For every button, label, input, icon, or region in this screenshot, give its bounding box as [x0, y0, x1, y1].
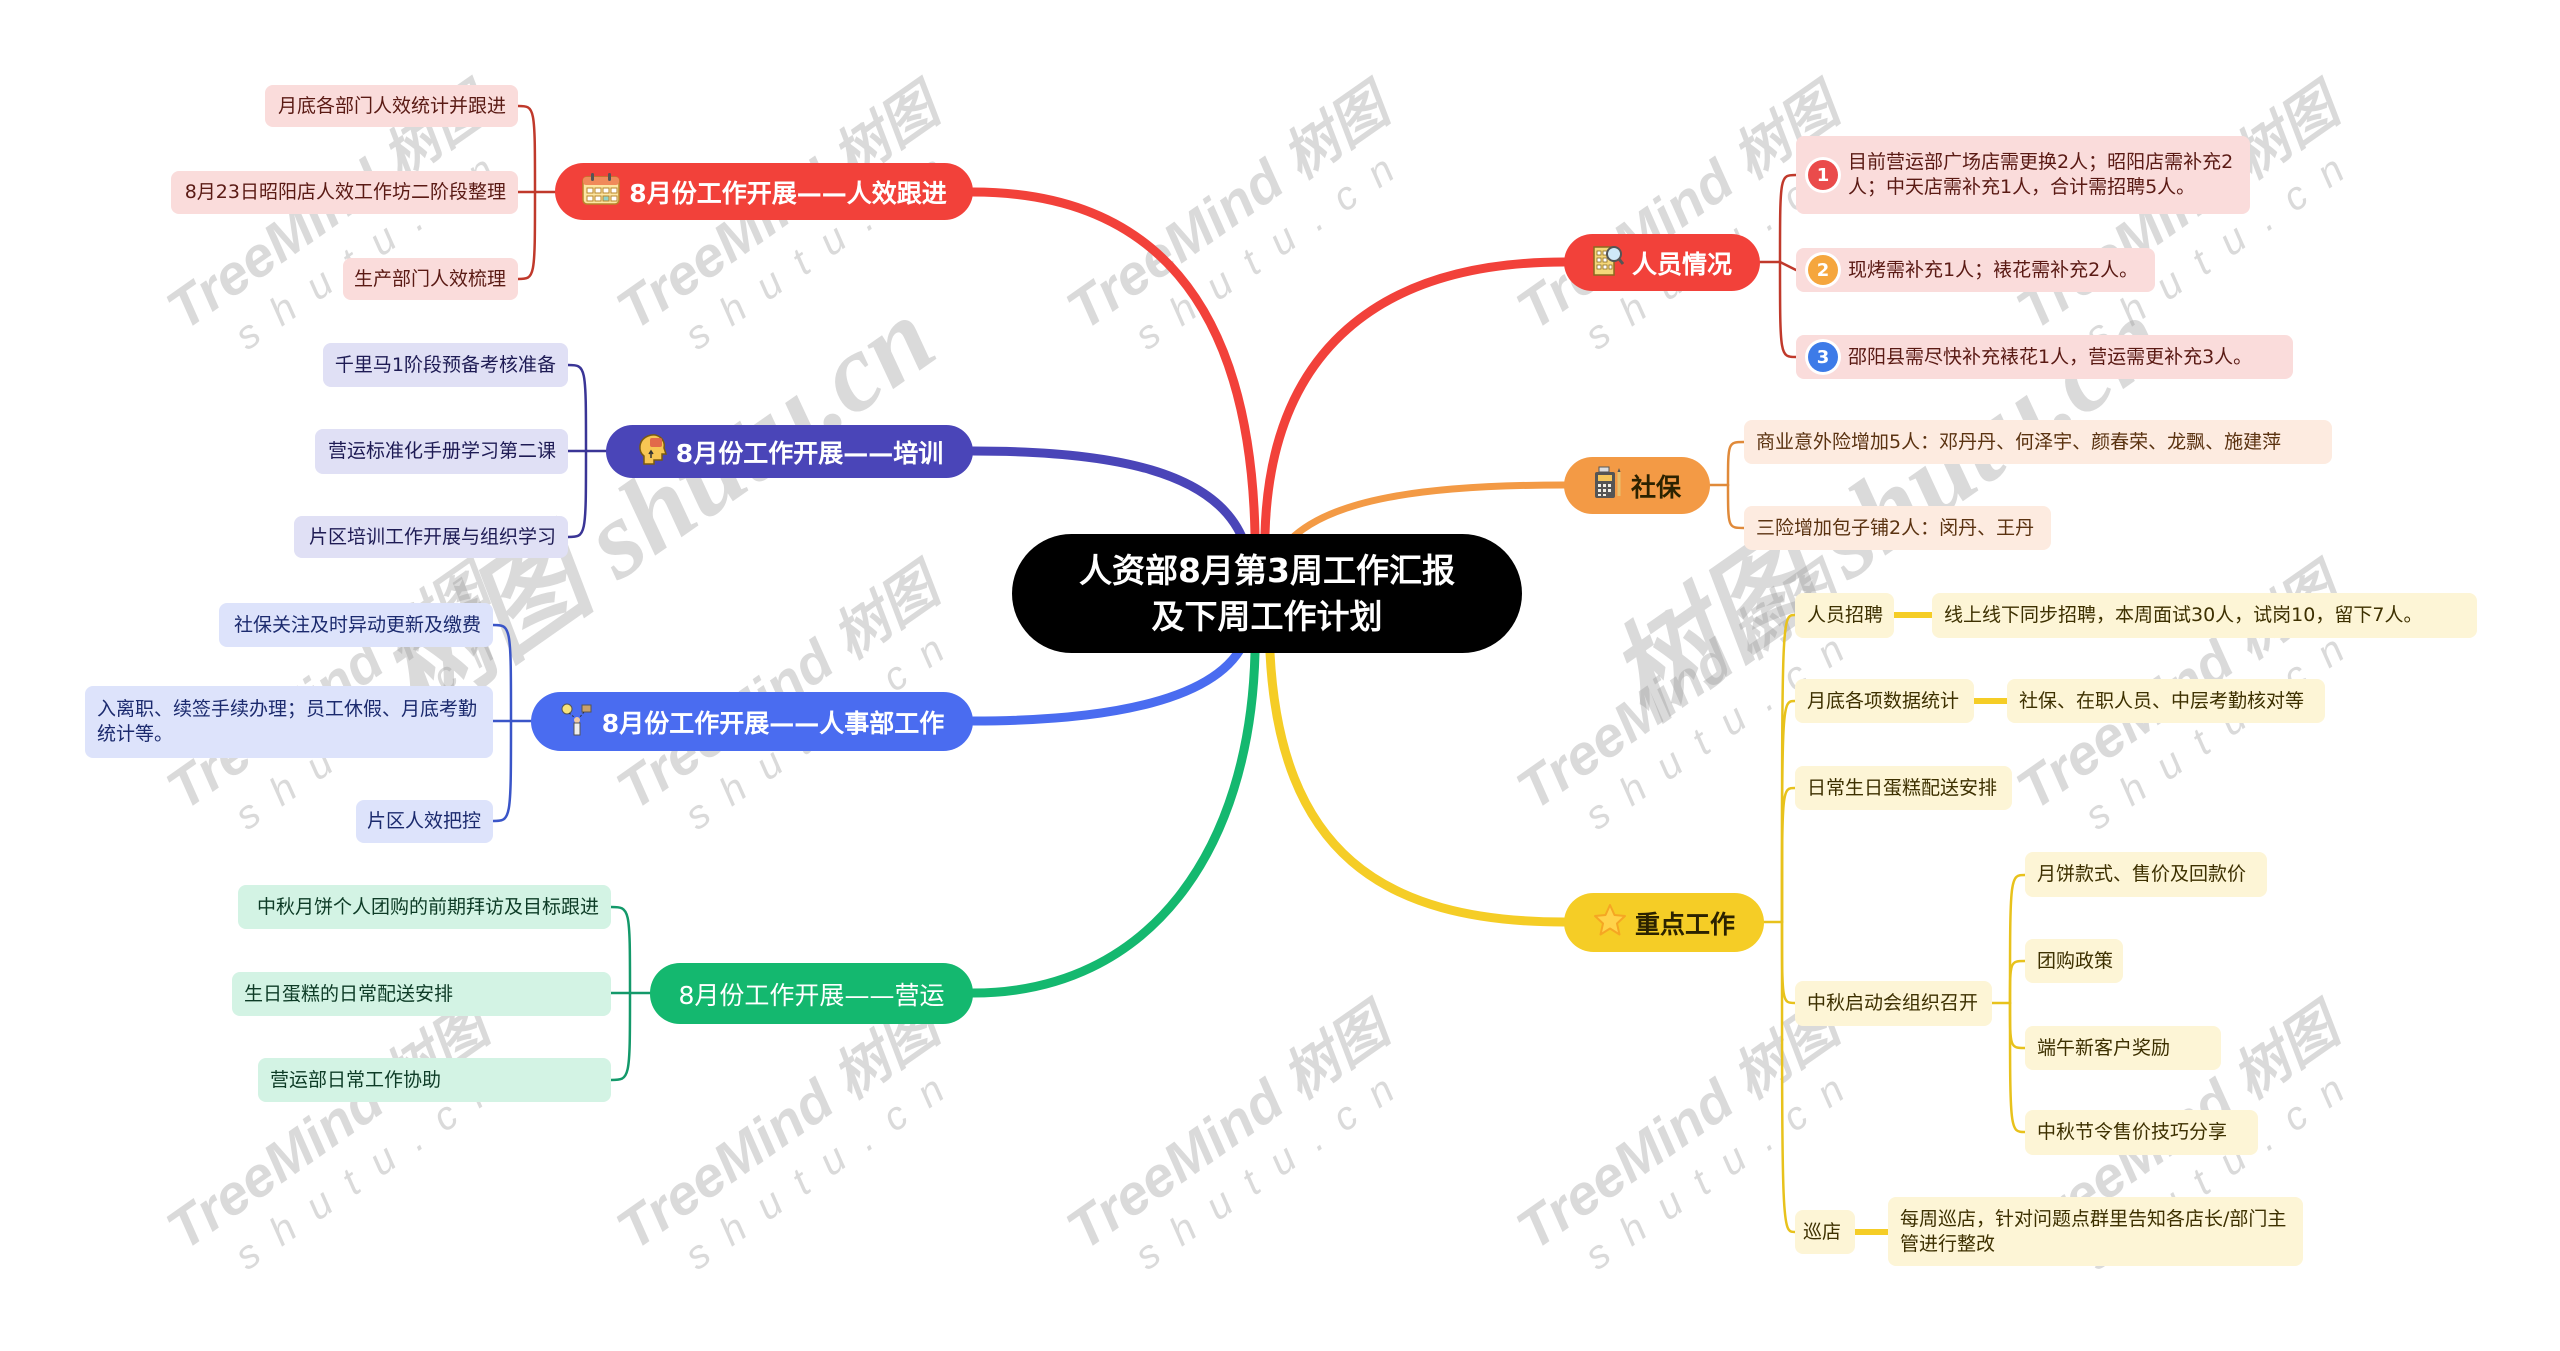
calendar-icon: [581, 172, 621, 212]
topic-hr-work[interactable]: 8月份工作开展——人事部工作: [531, 692, 973, 751]
building-search-icon: [1592, 243, 1625, 283]
central-topic-line1: 人资部8月第3周工作汇报: [1079, 550, 1455, 590]
topic-social-insurance[interactable]: 社保: [1564, 457, 1710, 514]
subtopic[interactable]: 月底各项数据统计: [1795, 679, 1974, 723]
subtopic[interactable]: 巡店: [1795, 1210, 1855, 1254]
central-topic[interactable]: 人资部8月第3周工作汇报 及下周工作计划: [1012, 534, 1522, 653]
sub-subtopic[interactable]: 端午新客户奖励: [2025, 1026, 2221, 1070]
subtopic[interactable]: 3 邵阳县需尽快补充裱花1人，营运需更补充3人。: [1796, 335, 2293, 379]
branch-line-operations: [968, 648, 1260, 998]
topic-label: 8月份工作开展——人事部工作: [601, 708, 945, 738]
star-icon: [1593, 903, 1627, 943]
branch-line-keywork: [1265, 648, 1569, 927]
priority-2-badge: 2: [1808, 255, 1838, 285]
topic-staffing[interactable]: 人员情况: [1564, 234, 1760, 291]
branch-line-efficiency: [968, 187, 1260, 539]
subtopic-detail[interactable]: 线上线下同步招聘，本周面试30人，试岗10，留下7人。: [1932, 593, 2477, 638]
sub-subtopic[interactable]: 中秋节令售价技巧分享: [2025, 1110, 2258, 1155]
branch-line-training: [968, 446, 1250, 550]
subtopic[interactable]: 营运标准化手册学习第二课: [315, 429, 568, 474]
topic-efficiency[interactable]: 8月份工作开展——人效跟进: [555, 163, 973, 220]
sub-subtopic[interactable]: 团购政策: [2025, 939, 2123, 983]
subtopic[interactable]: 2 现烤需补充1人；裱花需补充2人。: [1796, 248, 2155, 292]
calculator-icon: [1593, 466, 1623, 506]
subtopic[interactable]: 中秋启动会组织召开: [1795, 981, 1992, 1026]
subtopic[interactable]: 片区人效把控: [356, 800, 493, 843]
topic-label: 8月份工作开展——人效跟进: [629, 178, 947, 208]
subtopic[interactable]: 千里马1阶段预备考核准备: [323, 343, 568, 387]
subtopic[interactable]: 日常生日蛋糕配送安排: [1795, 766, 2012, 810]
subtopic[interactable]: 1 目前营运部广场店需更换2人；昭阳店需补充2人；中天店需补充1人，合计需招聘5…: [1796, 136, 2250, 214]
subtopic[interactable]: 营运部日常工作协助: [258, 1058, 611, 1102]
topic-label: 重点工作: [1634, 909, 1735, 939]
subtopic[interactable]: 中秋月饼个人团购的前期拜访及目标跟进: [238, 885, 611, 929]
subtopic[interactable]: 片区培训工作开展与组织学习: [294, 516, 568, 558]
branch-line-insurance: [1286, 481, 1568, 544]
subtopic-detail[interactable]: 社保、在职人员、中层考勤核对等: [2007, 679, 2325, 723]
sub-subtopic[interactable]: 月饼款式、售价及回款价: [2025, 852, 2267, 897]
subtopic[interactable]: 三险增加包子铺2人：闵丹、王丹: [1744, 506, 2051, 550]
subtopic[interactable]: 8月23日昭阳店人效工作坊二阶段整理: [171, 171, 518, 214]
subtopic[interactable]: 人员招聘: [1795, 593, 1894, 638]
subtopic-detail[interactable]: 每周巡店，针对问题点群里告知各店长/部门主管进行整改: [1888, 1197, 2303, 1266]
head-idea-icon: [636, 432, 668, 472]
subtopic[interactable]: 月底各部门人效统计并跟进: [265, 85, 518, 127]
subtopic[interactable]: 生日蛋糕的日常配送安排: [232, 972, 611, 1016]
topic-label: 社保: [1630, 472, 1681, 502]
topic-label: 8月份工作开展——营运: [678, 980, 945, 1010]
topic-training[interactable]: 8月份工作开展——培训: [606, 425, 973, 478]
topic-label: 人员情况: [1631, 249, 1732, 279]
topic-key-work[interactable]: 重点工作: [1564, 893, 1764, 952]
central-topic-line2: 及下周工作计划: [1151, 596, 1383, 636]
subtopic[interactable]: 社保关注及时异动更新及缴费: [219, 603, 493, 647]
topic-label: 8月份工作开展——培训: [675, 438, 944, 468]
priority-1-badge: 1: [1808, 160, 1838, 190]
priority-3-badge: 3: [1808, 342, 1838, 372]
subtopic[interactable]: 入离职、续签手续办理；员工休假、月底考勤统计等。: [85, 686, 493, 758]
subtopic[interactable]: 商业意外险增加5人：邓丹丹、何泽宇、颜春荣、龙飘、施建萍: [1744, 420, 2332, 464]
subtopic[interactable]: 生产部门人效梳理: [343, 258, 518, 300]
people-idea-icon: [560, 702, 594, 742]
topic-operations[interactable]: 8月份工作开展——营运: [650, 963, 973, 1024]
